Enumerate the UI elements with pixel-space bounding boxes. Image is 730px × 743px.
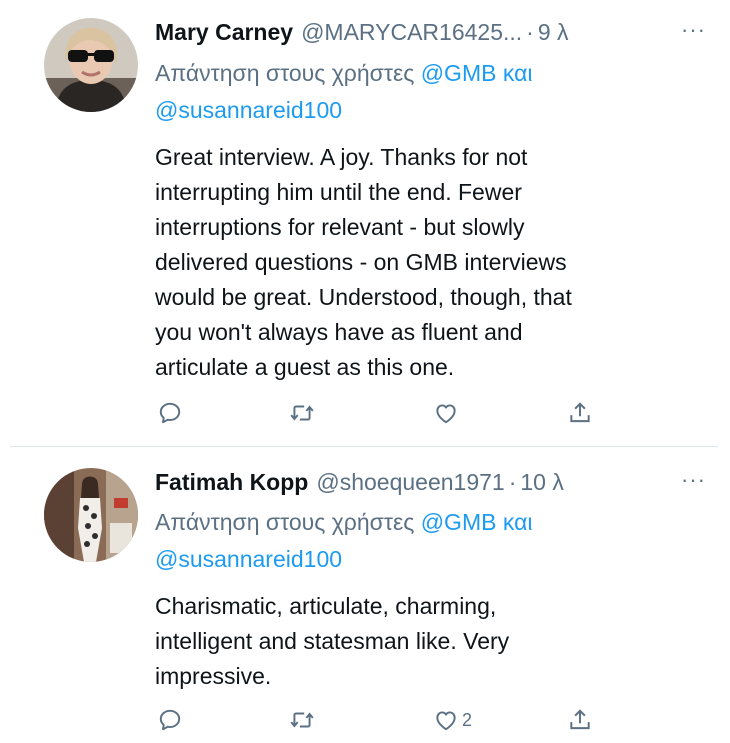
reply-conjunction: και	[502, 60, 533, 86]
separator-dot: ·	[508, 468, 517, 495]
tweet-header: Fatimah Kopp @shoequeen1971 · 10 λ ···	[155, 467, 706, 497]
tweet-text-line: intelligent and statesman like. Very	[155, 628, 510, 654]
retweet-button[interactable]	[289, 396, 315, 430]
like-count: 2	[462, 709, 473, 730]
share-button[interactable]	[567, 396, 593, 430]
share-icon	[570, 709, 590, 730]
mention-link[interactable]: @GMB	[421, 509, 497, 535]
more-icon[interactable]: ···	[670, 467, 706, 497]
like-button[interactable]: 2	[433, 703, 472, 737]
share-button[interactable]	[567, 703, 593, 737]
reply-context: Απάντηση στους χρήστες @GMB και @susanna…	[155, 55, 675, 129]
reply-conjunction: και	[502, 509, 533, 535]
reply-icon	[159, 402, 181, 424]
reply-prefix: Απάντηση στους χρήστες	[155, 60, 415, 86]
tweet-text-line: delivered questions - on GMB interviews	[155, 249, 567, 275]
mention-link[interactable]: @susannareid100	[155, 546, 342, 572]
mention-link[interactable]: @susannareid100	[155, 97, 342, 123]
tweet-text-line: impressive.	[155, 663, 272, 689]
timestamp[interactable]: 9 λ	[538, 19, 569, 46]
tweet-text-line: you won't always have as fluent and	[155, 319, 523, 345]
tweet-text: Charismatic, articulate, charming, intel…	[155, 589, 695, 694]
timestamp[interactable]: 10 λ	[520, 469, 563, 496]
tweet[interactable]: Mary Carney @MARYCAR16425... · 9 λ ··· Α…	[0, 0, 730, 446]
mention-link[interactable]: @GMB	[421, 60, 497, 86]
tweet[interactable]: Fatimah Kopp @shoequeen1971 · 10 λ ··· Α…	[0, 447, 730, 743]
reply-context: Απάντηση στους χρήστες @GMB και @susanna…	[155, 504, 675, 578]
retweet-icon	[290, 712, 314, 728]
tweet-header: Mary Carney @MARYCAR16425... · 9 λ ···	[155, 17, 706, 47]
reply-prefix: Απάντηση στους χρήστες	[155, 509, 415, 535]
avatar[interactable]	[44, 468, 138, 562]
tweet-text-line: interruptions for relevant - but slowly	[155, 214, 525, 240]
more-icon[interactable]: ···	[670, 17, 706, 47]
tweet-text-line: articulate a guest as this one.	[155, 354, 455, 380]
action-bar	[155, 396, 615, 430]
separator-dot: ·	[526, 18, 534, 45]
tweet-text-line: Great interview. A joy. Thanks for not	[155, 144, 528, 170]
display-name[interactable]: Fatimah Kopp	[155, 469, 308, 496]
retweet-button[interactable]	[289, 703, 315, 737]
tweet-text-line: Charismatic, articulate, charming,	[155, 593, 497, 619]
tweet-text-line: interrupting him until the end. Fewer	[155, 179, 522, 205]
tweet-text: Great interview. A joy. Thanks for not i…	[155, 140, 695, 385]
display-name[interactable]: Mary Carney	[155, 19, 293, 46]
like-icon	[436, 404, 456, 424]
avatar[interactable]	[44, 18, 138, 112]
retweet-icon	[290, 405, 314, 421]
reply-icon	[159, 709, 181, 731]
reply-button[interactable]	[157, 703, 183, 737]
share-icon	[570, 402, 590, 423]
action-bar: 2	[155, 703, 615, 737]
like-icon	[436, 711, 456, 731]
reply-button[interactable]	[157, 396, 183, 430]
like-button[interactable]	[433, 396, 462, 430]
user-handle[interactable]: @MARYCAR16425...	[301, 19, 522, 46]
user-handle[interactable]: @shoequeen1971	[316, 469, 504, 496]
tweet-text-line: would be great. Understood, though, that	[155, 284, 572, 310]
